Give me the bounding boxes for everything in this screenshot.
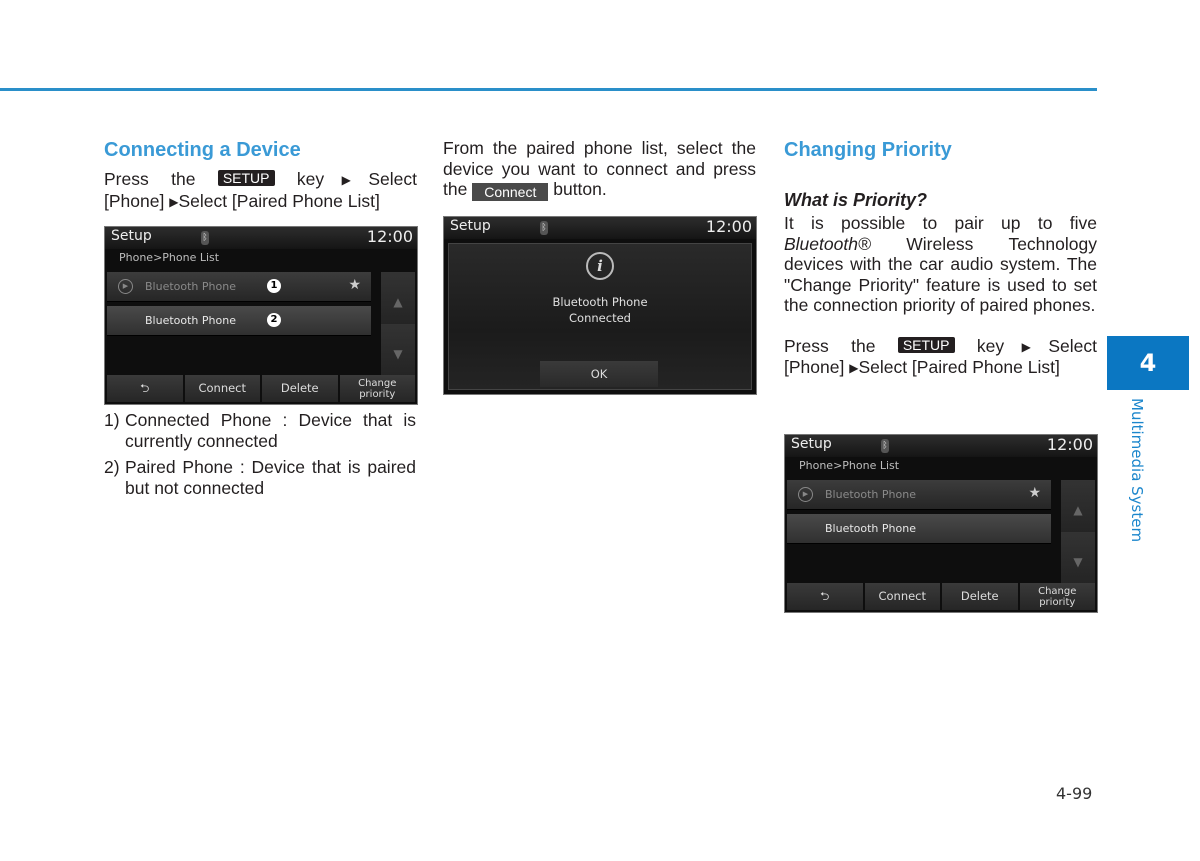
phone-list-screen-priority: Setup ᛒ 12:00 Phone>Phone List ▶ Bluetoo… bbox=[784, 434, 1098, 613]
note-item: 2) Paired Phone : Device that is paired b… bbox=[104, 457, 416, 499]
screen-footer: ⮌ Connect Delete Change priority bbox=[107, 375, 415, 402]
column-connecting: Connecting a Device Press the SETUP key▶… bbox=[104, 138, 417, 212]
instr-text: Press the bbox=[784, 335, 876, 356]
para-text: It is possible to pair up to five bbox=[784, 213, 1097, 233]
connect-instruction: From the paired phone list, select the d… bbox=[443, 138, 756, 201]
triangle-up-icon: ▲ bbox=[1073, 503, 1083, 517]
star-icon: ★ bbox=[348, 277, 361, 293]
delete-button[interactable]: Delete bbox=[262, 375, 338, 402]
instr-text: Select bbox=[368, 169, 417, 189]
instruction-line2: [Phone] ▶Select [Paired Phone List] bbox=[784, 357, 1097, 379]
note-number: 2) bbox=[104, 457, 120, 477]
note-item: 1) Connected Phone : Device that is curre… bbox=[104, 410, 416, 452]
connect-button-badge: Connect bbox=[472, 183, 549, 201]
screen-header: Setup ᛒ 12:00 bbox=[785, 435, 1097, 457]
instruction-line2: [Phone] ▶Select [Paired Phone List] bbox=[104, 191, 417, 213]
chapter-number-tab: 4 bbox=[1107, 336, 1189, 390]
star-icon: ★ bbox=[1028, 485, 1041, 501]
screen-title: Setup bbox=[791, 436, 832, 452]
instruction: Press the SETUP key▶Select bbox=[784, 336, 1097, 358]
delete-button[interactable]: Delete bbox=[942, 583, 1018, 610]
screen-header: Setup ᛒ 12:00 bbox=[105, 227, 417, 249]
back-button[interactable]: ⮌ bbox=[107, 375, 183, 402]
scroll-up-button[interactable]: ▲ bbox=[381, 272, 415, 332]
instr-text: Press the bbox=[104, 169, 196, 189]
triangle-up-icon: ▲ bbox=[393, 295, 403, 309]
section-title: Changing Priority bbox=[784, 139, 952, 161]
play-icon: ▶ bbox=[118, 279, 133, 294]
triangle-down-icon: ▼ bbox=[393, 347, 403, 361]
info-icon: i bbox=[586, 252, 614, 280]
screen-title: Setup bbox=[450, 218, 491, 234]
note-text: Connected Phone : Device that is current… bbox=[125, 410, 416, 451]
setup-key-badge: SETUP bbox=[897, 336, 955, 353]
clock: 12:00 bbox=[1046, 435, 1093, 454]
triangle-down-icon: ▼ bbox=[1073, 555, 1083, 569]
change-priority-button[interactable]: Change priority bbox=[1019, 583, 1095, 610]
callout-badge: 1 bbox=[267, 279, 281, 293]
instruction: Press the SETUP key▶Select bbox=[104, 169, 417, 191]
back-button[interactable]: ⮌ bbox=[787, 583, 863, 610]
connect-button[interactable]: Connect bbox=[864, 583, 940, 610]
screen-footer: ⮌ Connect Delete Change priority bbox=[787, 583, 1095, 610]
column-connect-step: From the paired phone list, select the d… bbox=[443, 138, 756, 201]
chapter-label: Multimedia System bbox=[1128, 398, 1146, 543]
phone-list-item[interactable]: Bluetooth Phone 2 bbox=[107, 306, 371, 336]
phone-list-item[interactable]: ▶ Bluetooth Phone ★ bbox=[787, 480, 1051, 510]
connected-popup-screen: Setup ᛒ 12:00 i Bluetooth Phone Connecte… bbox=[443, 216, 757, 395]
bluetooth-icon: ᛒ bbox=[540, 221, 548, 235]
instr-text: [Phone] bbox=[104, 190, 165, 211]
instr-text: key bbox=[976, 335, 1005, 356]
phone-list-item[interactable]: Bluetooth Phone bbox=[787, 514, 1051, 544]
instr-text: button. bbox=[553, 179, 607, 199]
setup-key-badge: SETUP bbox=[217, 170, 275, 186]
instr-text: [Phone] bbox=[784, 357, 845, 377]
breadcrumb: Phone>Phone List bbox=[799, 459, 900, 472]
note-text: Paired Phone : Device that is paired but… bbox=[125, 457, 416, 498]
phone-name: Bluetooth Phone bbox=[825, 488, 916, 501]
priority-description: It is possible to pair up to five Blueto… bbox=[784, 213, 1097, 316]
back-icon: ⮌ bbox=[820, 589, 830, 603]
page-number: 4-99 bbox=[1056, 784, 1093, 803]
screen-title: Setup bbox=[111, 228, 152, 244]
instr-text: Select [Paired Phone List] bbox=[858, 357, 1060, 377]
phone-name: Bluetooth Phone bbox=[825, 522, 916, 535]
message-line: Connected bbox=[569, 311, 631, 325]
instr-text: Select bbox=[1048, 335, 1097, 356]
phone-list-item[interactable]: ▶ Bluetooth Phone 1 ★ bbox=[107, 272, 371, 302]
para-italic: Bluetooth® bbox=[784, 233, 871, 254]
header-rule bbox=[0, 88, 1097, 91]
arrow-right-icon: ▶ bbox=[324, 173, 369, 187]
change-priority-button[interactable]: Change priority bbox=[339, 375, 415, 402]
breadcrumb: Phone>Phone List bbox=[119, 251, 220, 264]
column-priority: Changing Priority What is Priority? It i… bbox=[784, 138, 1097, 379]
info-dialog: i Bluetooth Phone Connected OK bbox=[448, 243, 752, 390]
instr-text: key bbox=[296, 169, 325, 189]
dialog-message: Bluetooth Phone Connected bbox=[449, 294, 751, 326]
phone-list-screen: Setup ᛒ 12:00 Phone>Phone List ▶ Bluetoo… bbox=[104, 226, 418, 405]
message-line: Bluetooth Phone bbox=[552, 295, 648, 309]
instr-text: Select [Paired Phone List] bbox=[178, 190, 380, 211]
connect-button[interactable]: Connect bbox=[184, 375, 260, 402]
scroll-up-button[interactable]: ▲ bbox=[1061, 480, 1095, 540]
ok-button[interactable]: OK bbox=[540, 361, 658, 387]
section-title: Connecting a Device bbox=[104, 139, 301, 161]
notes-list: 1) Connected Phone : Device that is curre… bbox=[104, 410, 416, 504]
bluetooth-icon: ᛒ bbox=[201, 231, 209, 245]
subsection-title: What is Priority? bbox=[784, 190, 928, 210]
screen-header: Setup ᛒ 12:00 bbox=[444, 217, 756, 239]
phone-name: Bluetooth Phone bbox=[145, 280, 236, 293]
clock: 12:00 bbox=[366, 227, 413, 246]
note-number: 1) bbox=[104, 410, 120, 430]
phone-name: Bluetooth Phone bbox=[145, 314, 236, 327]
bluetooth-icon: ᛒ bbox=[881, 439, 889, 453]
back-icon: ⮌ bbox=[140, 381, 150, 395]
clock: 12:00 bbox=[705, 217, 752, 236]
arrow-right-icon: ▶ bbox=[1004, 339, 1049, 354]
callout-badge: 2 bbox=[267, 313, 281, 327]
play-icon: ▶ bbox=[798, 487, 813, 502]
